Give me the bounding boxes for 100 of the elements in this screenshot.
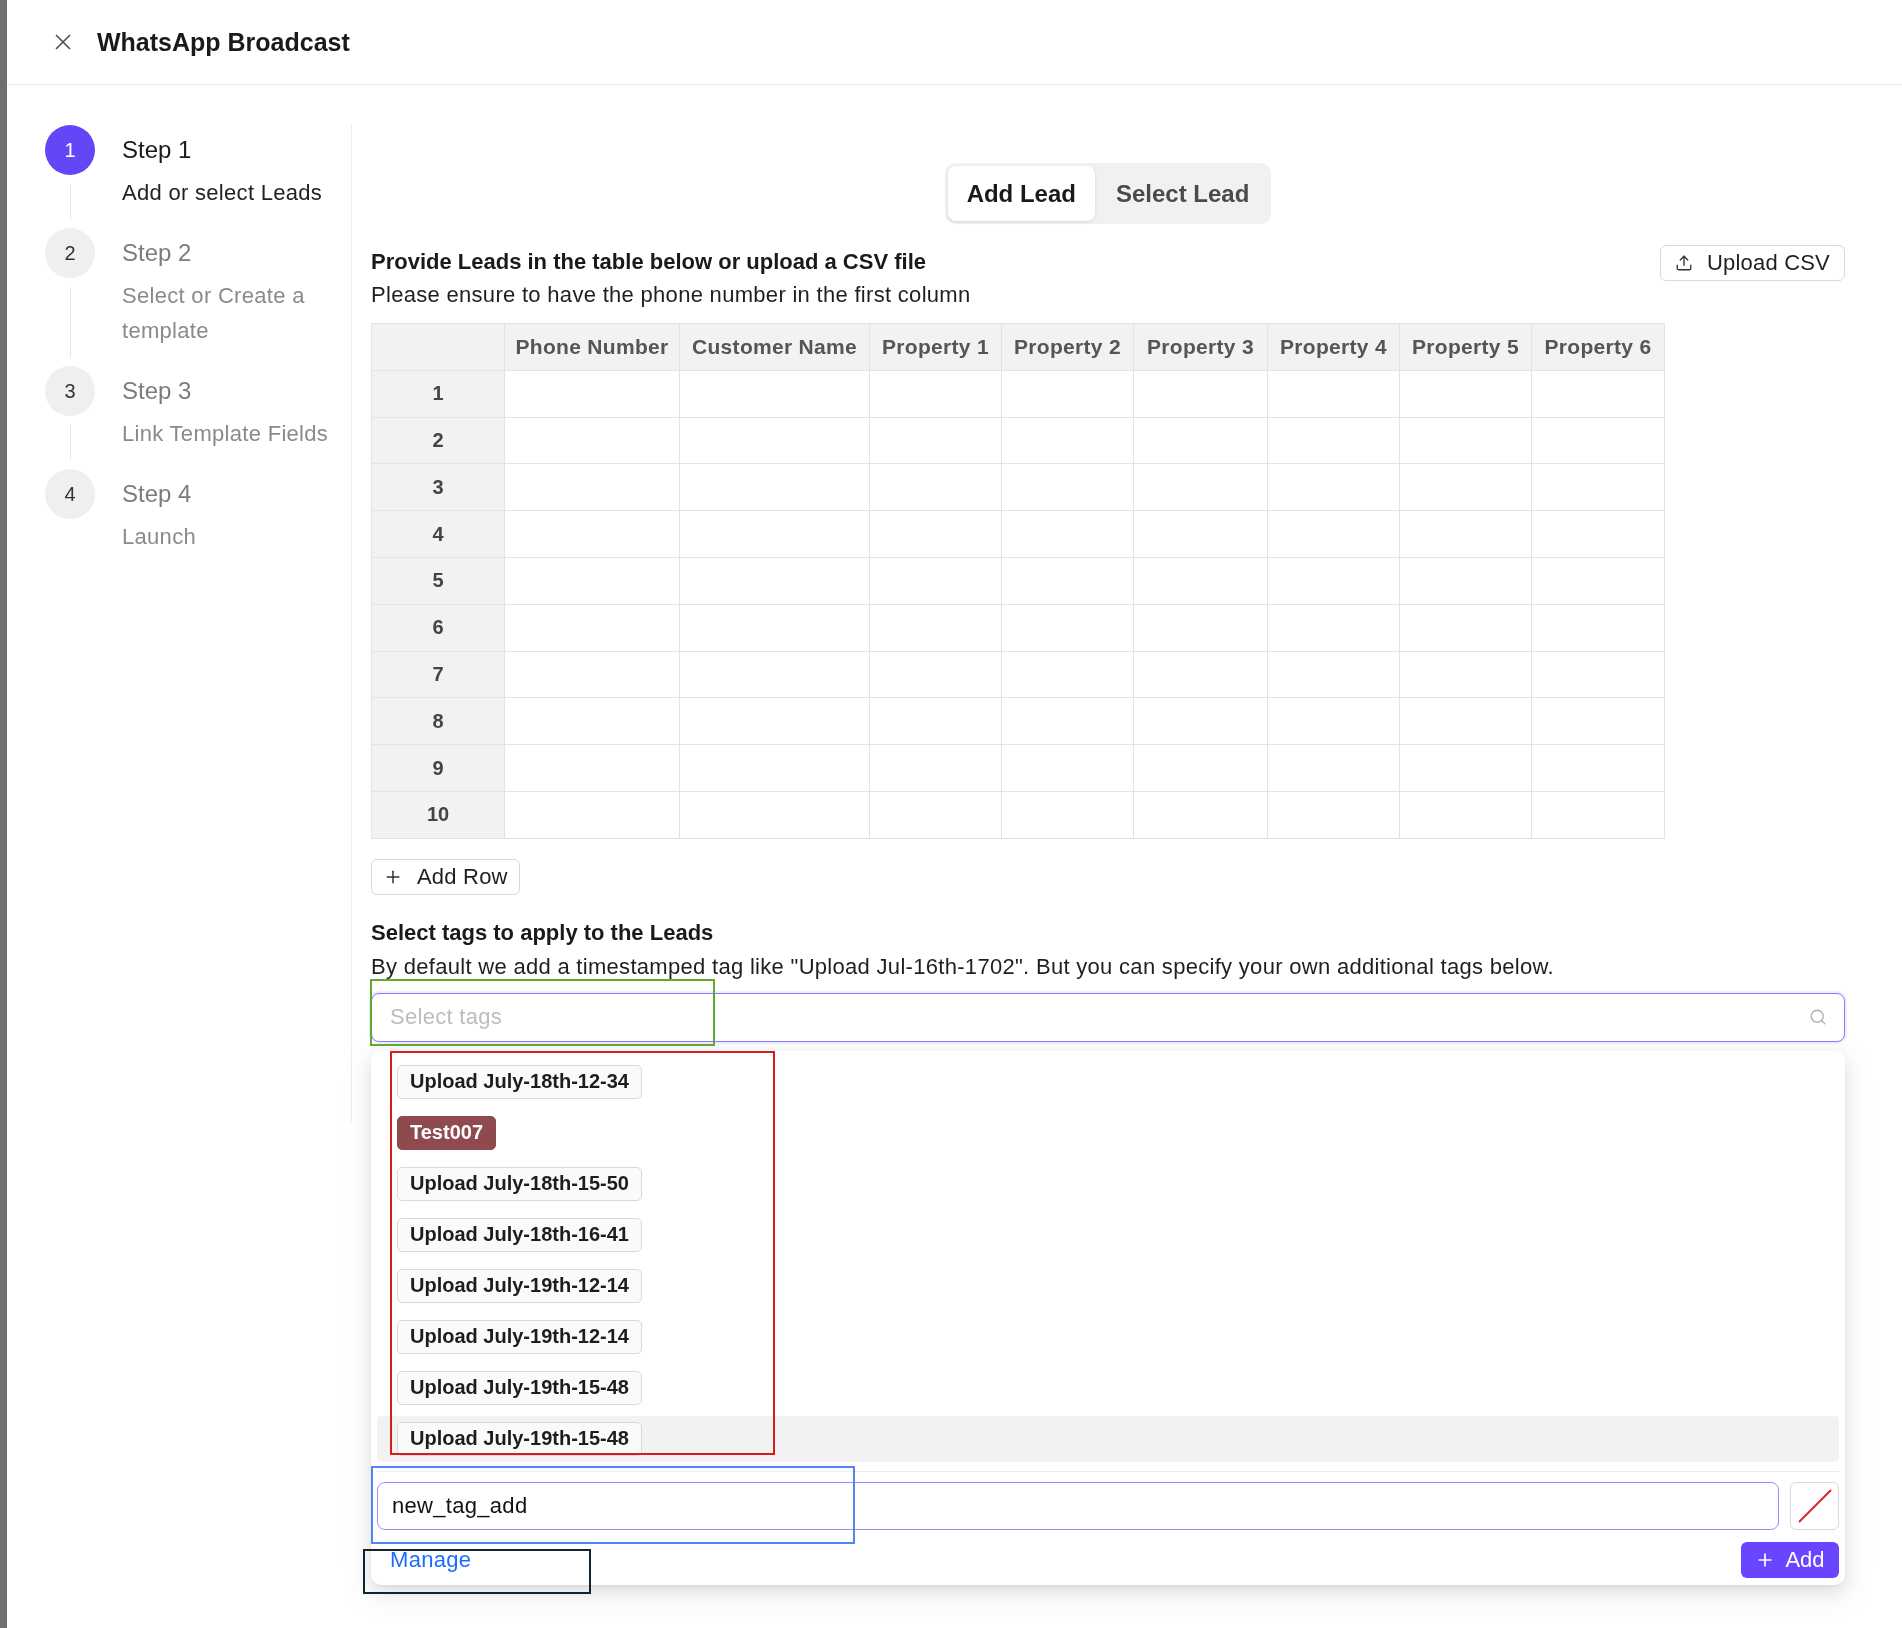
table-cell[interactable] — [870, 370, 1002, 418]
table-cell[interactable] — [870, 464, 1002, 512]
table-cell[interactable] — [1268, 511, 1400, 558]
table-cell[interactable] — [870, 417, 1002, 465]
add-button[interactable]: Add — [1741, 1541, 1839, 1578]
dropdown-option[interactable]: Upload July-19th-12-14 — [377, 1313, 1839, 1360]
table-cell[interactable] — [870, 745, 1002, 792]
table-cell[interactable] — [505, 511, 680, 558]
table-cell[interactable] — [505, 417, 680, 465]
table-cell[interactable] — [1002, 464, 1134, 512]
table-cell[interactable] — [1002, 604, 1134, 652]
table-cell[interactable] — [1268, 745, 1400, 792]
table-cell[interactable] — [1134, 370, 1268, 418]
table-cell[interactable] — [505, 464, 680, 512]
table-cell[interactable] — [870, 651, 1002, 699]
add-row-button[interactable]: Add Row — [371, 858, 520, 895]
table-cell[interactable] — [1268, 558, 1400, 605]
table-cell[interactable] — [680, 698, 870, 746]
table-cell[interactable] — [1134, 511, 1268, 558]
table-cell[interactable] — [1268, 604, 1400, 652]
table-cell[interactable] — [680, 370, 870, 418]
tab[interactable]: Select Lead — [1096, 166, 1269, 221]
table-cell[interactable] — [1002, 417, 1134, 465]
table-cell[interactable] — [1268, 464, 1400, 512]
table-cell[interactable] — [870, 791, 1002, 839]
table-cell[interactable] — [1532, 791, 1665, 839]
table-cell[interactable] — [1268, 370, 1400, 418]
table-cell[interactable] — [1532, 370, 1665, 418]
table-cell[interactable] — [1532, 511, 1665, 558]
table-cell[interactable] — [1400, 558, 1532, 605]
upload-csv-button[interactable]: Upload CSV — [1659, 245, 1845, 281]
table-cell[interactable] — [1268, 791, 1400, 839]
table-cell[interactable] — [1134, 791, 1268, 839]
tab[interactable]: Add Lead — [947, 166, 1095, 221]
table-cell[interactable] — [505, 791, 680, 839]
tag-search-field[interactable]: Select tags — [371, 992, 1845, 1042]
table-cell[interactable] — [680, 651, 870, 699]
table-cell[interactable] — [870, 558, 1002, 605]
table-cell[interactable] — [1532, 745, 1665, 792]
table-cell[interactable] — [1400, 745, 1532, 792]
dropdown-option[interactable]: Upload July-18th-15-50 — [377, 1160, 1839, 1207]
dropdown-option[interactable]: Upload July-19th-12-14 — [377, 1262, 1839, 1309]
table-cell[interactable] — [1134, 417, 1268, 465]
table-cell[interactable] — [1532, 464, 1665, 512]
table-cell[interactable] — [680, 745, 870, 792]
table-cell[interactable] — [1400, 511, 1532, 558]
table-cell[interactable] — [1400, 698, 1532, 746]
color-picker-button[interactable] — [1790, 1481, 1839, 1530]
table-cell[interactable] — [1268, 417, 1400, 465]
table-cell[interactable] — [680, 511, 870, 558]
table-cell[interactable] — [1268, 698, 1400, 746]
table-cell[interactable] — [1002, 791, 1134, 839]
table-cell[interactable] — [680, 558, 870, 605]
table-cell[interactable] — [505, 604, 680, 652]
table-cell[interactable] — [1134, 558, 1268, 605]
table-cell[interactable] — [870, 604, 1002, 652]
table-cell[interactable] — [1532, 604, 1665, 652]
table-cell[interactable] — [680, 604, 870, 652]
table-cell[interactable] — [680, 791, 870, 839]
table-cell[interactable] — [1268, 651, 1400, 699]
table-cell[interactable] — [680, 417, 870, 465]
table-cell[interactable] — [1532, 698, 1665, 746]
table-cell[interactable] — [870, 511, 1002, 558]
table-cell[interactable] — [1400, 651, 1532, 699]
table-cell[interactable] — [680, 464, 870, 512]
dropdown-option[interactable]: Upload July-18th-16-41 — [377, 1211, 1839, 1258]
dropdown-option[interactable]: Upload July-19th-15-48 — [377, 1364, 1839, 1411]
table-cell[interactable] — [1400, 417, 1532, 465]
table-cell[interactable] — [1134, 651, 1268, 699]
table-cell[interactable] — [1134, 464, 1268, 512]
table-cell[interactable] — [505, 558, 680, 605]
table-cell[interactable] — [1002, 370, 1134, 418]
table-cell[interactable] — [1532, 651, 1665, 699]
table-cell[interactable] — [1400, 604, 1532, 652]
column-header: Property 5 — [1400, 324, 1532, 371]
dropdown-option[interactable]: Upload July-18th-12-34 — [377, 1058, 1839, 1105]
dropdown-option[interactable]: Upload July-19th-15-48 — [377, 1415, 1839, 1462]
tag-name-input[interactable]: new_tag_add — [377, 1481, 1779, 1530]
table-cell[interactable] — [1532, 417, 1665, 465]
table-cell[interactable] — [870, 698, 1002, 746]
tag-chip: Test007 — [397, 1115, 496, 1150]
table-cell[interactable] — [1002, 511, 1134, 558]
table-cell[interactable] — [1134, 604, 1268, 652]
table-cell[interactable] — [1002, 558, 1134, 605]
table-cell[interactable] — [1134, 698, 1268, 746]
table-cell[interactable] — [505, 651, 680, 699]
table-cell[interactable] — [505, 370, 680, 418]
tag-chip: Upload July-19th-15-48 — [397, 1421, 642, 1456]
table-cell[interactable] — [1002, 698, 1134, 746]
table-cell[interactable] — [1532, 558, 1665, 605]
dropdown-option[interactable]: Test007 — [377, 1109, 1839, 1156]
table-cell[interactable] — [505, 698, 680, 746]
manage-link[interactable]: Manage — [390, 1546, 472, 1573]
table-cell[interactable] — [1400, 791, 1532, 839]
table-cell[interactable] — [505, 745, 680, 792]
table-cell[interactable] — [1400, 370, 1532, 418]
table-cell[interactable] — [1002, 651, 1134, 699]
table-cell[interactable] — [1400, 464, 1532, 512]
table-cell[interactable] — [1002, 745, 1134, 792]
table-cell[interactable] — [1134, 745, 1268, 792]
